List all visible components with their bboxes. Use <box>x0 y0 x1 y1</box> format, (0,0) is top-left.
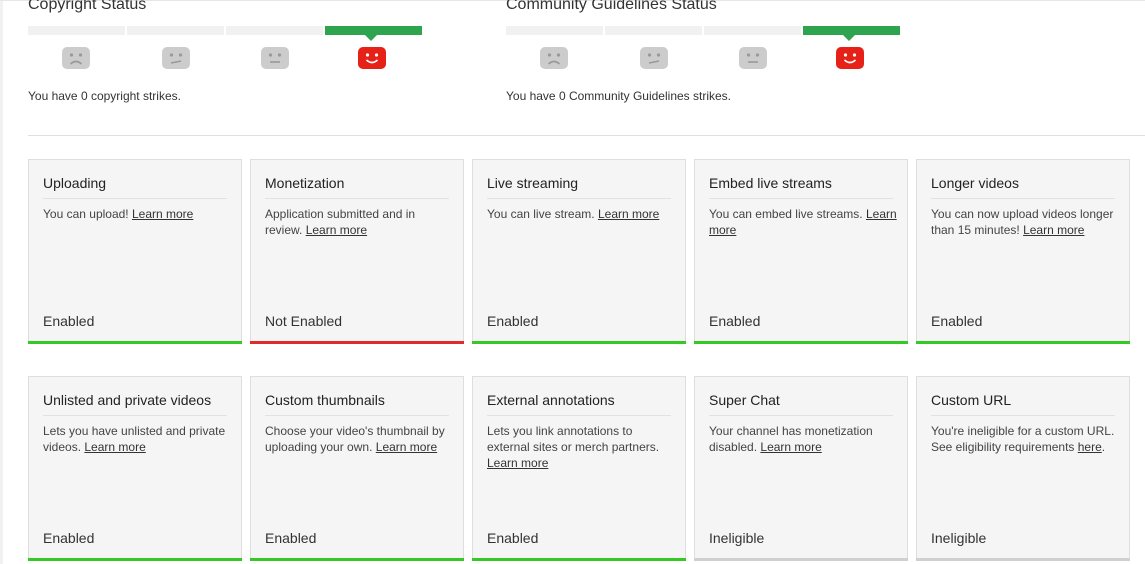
feature-card-embed-live-streams: Embed live streams You can embed live st… <box>694 159 908 344</box>
card-description: You're ineligible for a custom URL. See … <box>931 424 1115 454</box>
card-status: Enabled <box>931 313 983 329</box>
card-description: You can embed live streams. Learn more <box>709 207 897 237</box>
status-bar <box>916 341 1130 344</box>
status-bar <box>250 341 464 344</box>
copyright-status-title: Copyright Status <box>28 0 147 13</box>
neutral-face-icon <box>261 47 289 69</box>
feature-card-custom-url: Custom URL You're ineligible for a custo… <box>916 376 1130 561</box>
eligibility-here-link[interactable]: here <box>1078 440 1102 454</box>
copyright-strikes-text: You have 0 copyright strikes. <box>28 89 181 103</box>
learn-more-link[interactable]: Learn more <box>760 440 821 454</box>
feature-card-unlisted-private-videos: Unlisted and private videos Lets you hav… <box>28 376 242 561</box>
learn-more-link[interactable]: Learn more <box>598 207 659 221</box>
feature-card-super-chat: Super Chat Your channel has monetization… <box>694 376 908 561</box>
card-status: Enabled <box>43 313 95 329</box>
status-bar <box>28 341 242 344</box>
community-status-title: Community Guidelines Status <box>506 0 717 13</box>
card-description: You can now upload videos longer than 15… <box>931 207 1114 237</box>
feature-card-monetization: Monetization Application submitted and i… <box>250 159 464 344</box>
status-bar <box>694 558 908 561</box>
card-title: External annotations <box>487 392 671 416</box>
meter-segment <box>127 26 224 35</box>
feature-card-live-streaming: Live streaming You can live stream. Lear… <box>472 159 686 344</box>
status-bar <box>472 341 686 344</box>
learn-more-link[interactable]: Learn more <box>132 207 193 221</box>
feature-card-external-annotations: External annotations Lets you link annot… <box>472 376 686 561</box>
card-title: Custom thumbnails <box>265 392 449 416</box>
card-status: Ineligible <box>931 530 987 546</box>
section-divider <box>28 135 1145 136</box>
card-title: Longer videos <box>931 175 1115 199</box>
unsure-face-icon <box>162 47 190 69</box>
learn-more-link[interactable]: Learn more <box>306 223 367 237</box>
copyright-strike-meter <box>28 26 424 71</box>
happy-face-icon <box>358 47 386 69</box>
card-title: Unlisted and private videos <box>43 392 227 416</box>
card-description: Lets you have unlisted and private video… <box>43 424 226 454</box>
card-status: Enabled <box>487 313 539 329</box>
card-description: Lets you link annotations to external si… <box>487 424 660 470</box>
learn-more-link[interactable]: Learn more <box>376 440 437 454</box>
card-title: Uploading <box>43 175 227 199</box>
meter-segment <box>704 26 801 35</box>
card-description: Choose your video's thumbnail by uploadi… <box>265 424 445 454</box>
status-bar <box>472 558 686 561</box>
meter-segment-active <box>325 26 422 41</box>
feature-card-custom-thumbnails: Custom thumbnails Choose your video's th… <box>250 376 464 561</box>
card-title: Embed live streams <box>709 175 893 199</box>
page-left-border <box>0 0 3 564</box>
neutral-face-icon <box>739 47 767 69</box>
card-status: Enabled <box>709 313 761 329</box>
feature-card-longer-videos: Longer videos You can now upload videos … <box>916 159 1130 344</box>
card-status: Enabled <box>265 530 317 546</box>
learn-more-link[interactable]: Learn more <box>84 440 145 454</box>
meter-segment <box>226 26 323 35</box>
card-description: You can upload! Learn more <box>43 207 194 221</box>
card-status: Ineligible <box>709 530 765 546</box>
card-title: Monetization <box>265 175 449 199</box>
sad-face-icon <box>540 47 568 69</box>
status-bar <box>916 558 1130 561</box>
card-description: Your channel has monetization disabled. … <box>709 424 873 454</box>
card-title: Live streaming <box>487 175 671 199</box>
card-description: You can live stream. Learn more <box>487 207 660 221</box>
feature-card-uploading: Uploading You can upload! Learn more Ena… <box>28 159 242 344</box>
meter-segment-active <box>803 26 900 41</box>
learn-more-link[interactable]: Learn more <box>1023 223 1084 237</box>
unsure-face-icon <box>640 47 668 69</box>
status-bar <box>694 341 908 344</box>
card-title: Custom URL <box>931 392 1115 416</box>
card-status: Enabled <box>43 530 95 546</box>
meter-segment <box>506 26 603 35</box>
meter-segment <box>28 26 125 35</box>
community-strike-meter <box>506 26 902 71</box>
community-strikes-text: You have 0 Community Guidelines strikes. <box>506 89 731 103</box>
happy-face-icon <box>836 47 864 69</box>
card-title: Super Chat <box>709 392 893 416</box>
card-description: Application submitted and in review. Lea… <box>265 207 416 237</box>
status-bar <box>28 558 242 561</box>
card-status: Enabled <box>487 530 539 546</box>
status-bar <box>250 558 464 561</box>
meter-segment <box>605 26 702 35</box>
learn-more-link[interactable]: Learn more <box>487 456 548 470</box>
card-status: Not Enabled <box>265 313 343 329</box>
sad-face-icon <box>62 47 90 69</box>
